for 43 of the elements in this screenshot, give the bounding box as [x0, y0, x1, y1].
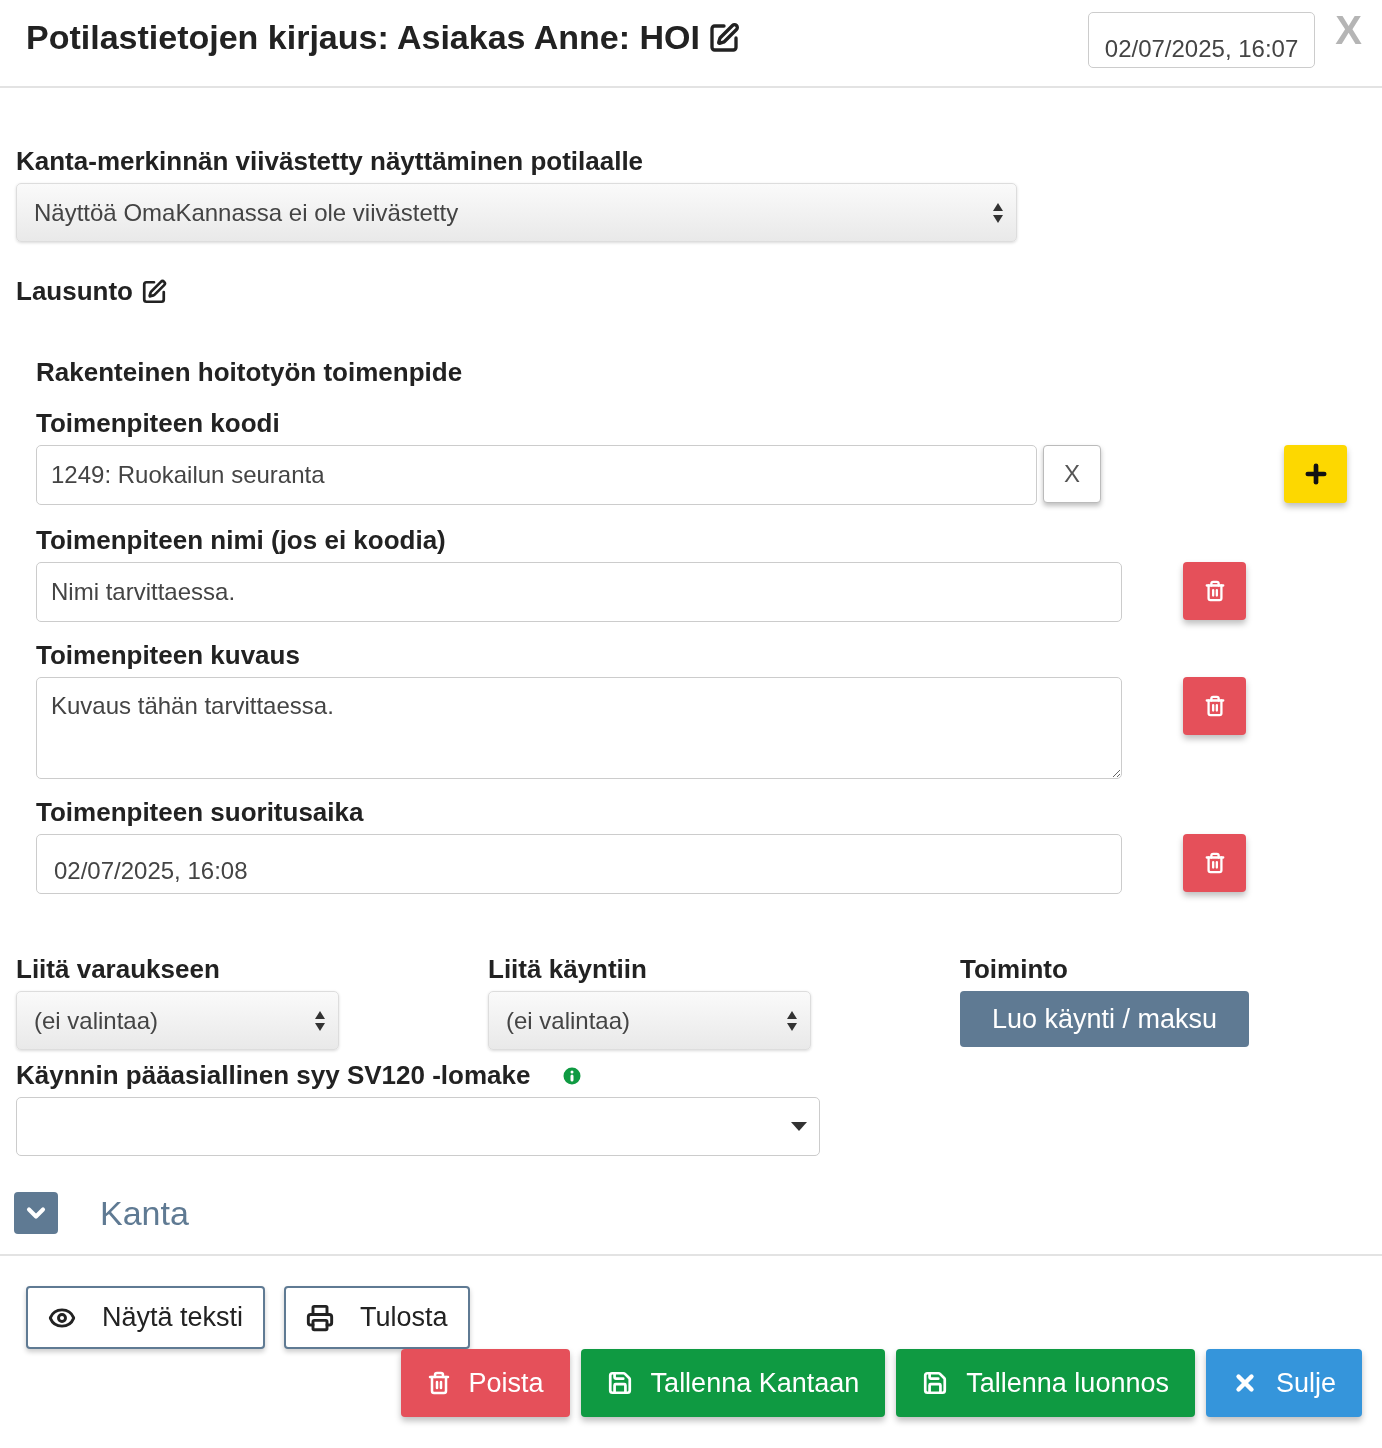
- field-label: Toiminto: [960, 954, 1068, 985]
- delete-button[interactable]: [1183, 562, 1246, 620]
- caret-icon: [791, 1122, 807, 1131]
- section-heading: Rakenteinen hoitotyön toimenpide: [36, 357, 463, 388]
- edit-icon[interactable]: [141, 278, 167, 305]
- link-select[interactable]: (ei valintaa): [16, 991, 339, 1050]
- field-label: Liitä varaukseen: [16, 954, 220, 985]
- delete-button[interactable]: [1183, 834, 1246, 892]
- name-field[interactable]: Nimi tarvittaessa.: [36, 562, 1122, 622]
- delete-button[interactable]: [1183, 677, 1246, 735]
- save-icon: [606, 1370, 633, 1396]
- add-button[interactable]: [1284, 445, 1347, 503]
- field-label: Toimenpiteen koodi: [36, 408, 280, 439]
- expand-toggle[interactable]: [14, 1192, 58, 1234]
- edit-icon[interactable]: [707, 21, 740, 54]
- trash-icon: [426, 1371, 451, 1395]
- field-label: Käynnin pääasiallinen syy SV120 -lomake: [16, 1060, 531, 1091]
- trash-icon: [1203, 695, 1226, 717]
- clear-button[interactable]: X: [1043, 445, 1101, 503]
- section-label: Lausunto: [16, 276, 133, 307]
- trash-icon: [1203, 852, 1226, 874]
- description-field[interactable]: Kuvaus tähän tarvittaessa.: [36, 677, 1122, 779]
- save-icon: [922, 1370, 949, 1396]
- page-title: Potilastietojen kirjaus: Asiakas Anne: HOI: [26, 18, 700, 57]
- view-text-button[interactable]: Näytä teksti: [26, 1286, 266, 1349]
- save-button[interactable]: Tallenna Kantaan: [580, 1349, 886, 1417]
- trash-icon: [1203, 580, 1226, 602]
- printer-icon: [306, 1303, 335, 1332]
- print-button[interactable]: Tulosta: [284, 1286, 470, 1349]
- link-select[interactable]: (ei valintaa): [488, 991, 811, 1050]
- save-button[interactable]: Tallenna luonnos: [896, 1349, 1195, 1417]
- delay-select[interactable]: Näyttöä OmaKannassa ei ole viivästetty: [16, 183, 1017, 242]
- field-label: Toimenpiteen suoritusaika: [36, 797, 364, 828]
- date-time-field[interactable]: 02/07/2025, 16:08: [36, 834, 1122, 894]
- field-label: Kanta-merkinnän viivästetty näyttäminen potilaalle: [16, 146, 644, 177]
- delete-button[interactable]: Poista: [400, 1349, 570, 1417]
- section-heading[interactable]: Kanta: [100, 1193, 189, 1233]
- create-visit-button[interactable]: Luo käynti / maksu: [960, 991, 1249, 1047]
- code-field[interactable]: 1249: Ruokailun seuranta: [36, 445, 1037, 505]
- field-label: Toimenpiteen nimi (jos ei koodia): [36, 525, 446, 556]
- date-time-field[interactable]: 02/07/2025, 16:07: [1087, 12, 1316, 68]
- field-label: Toimenpiteen kuvaus: [36, 640, 300, 671]
- field-label: Liitä käyntiin: [488, 954, 647, 985]
